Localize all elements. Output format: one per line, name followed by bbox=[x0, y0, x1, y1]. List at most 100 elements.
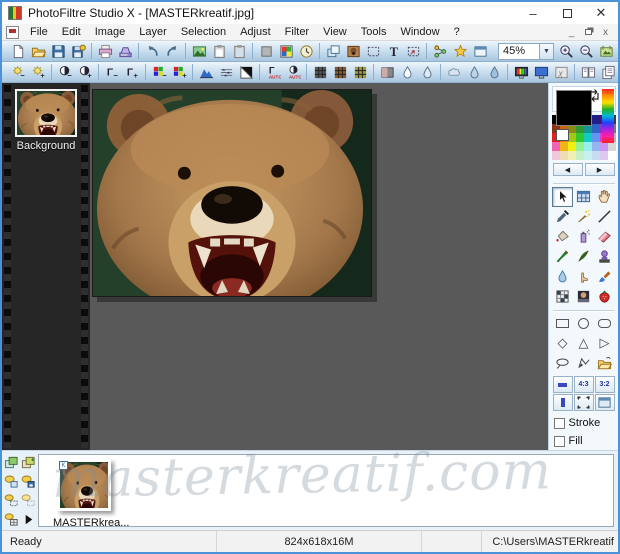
redo-button[interactable] bbox=[162, 42, 182, 61]
plugin-module-button[interactable] bbox=[470, 42, 490, 61]
palette-color-27[interactable] bbox=[575, 142, 584, 152]
rectangle-shape-button[interactable] bbox=[552, 313, 573, 333]
selection-options-button[interactable] bbox=[594, 394, 615, 412]
palette-prev-button[interactable]: ◀ bbox=[552, 163, 583, 177]
side-pages-button[interactable] bbox=[578, 63, 598, 82]
advanced-brush-tool[interactable] bbox=[573, 247, 594, 267]
polygon-shape-button[interactable] bbox=[573, 353, 594, 373]
manager-tool[interactable] bbox=[573, 187, 594, 207]
palette-color-18[interactable] bbox=[567, 133, 576, 143]
document-image[interactable] bbox=[92, 89, 372, 297]
load-selection-shape-button[interactable] bbox=[594, 353, 615, 373]
spray-tool[interactable] bbox=[573, 227, 594, 247]
scan-button[interactable] bbox=[115, 42, 135, 61]
menu-window[interactable]: Window bbox=[393, 25, 446, 39]
palette-color-25[interactable] bbox=[559, 142, 568, 152]
variations-button[interactable]: χ bbox=[551, 63, 571, 82]
mdi-restore-button[interactable] bbox=[580, 25, 597, 39]
new-button[interactable] bbox=[8, 42, 28, 61]
pipette-tool[interactable] bbox=[552, 207, 573, 227]
gamma-minus-button[interactable]: Γ − bbox=[102, 63, 122, 82]
soften-button[interactable] bbox=[464, 63, 484, 82]
stroke-checkbox[interactable] bbox=[553, 417, 565, 429]
paste-button[interactable] bbox=[229, 42, 249, 61]
mdi-minimize-button[interactable]: _ bbox=[563, 25, 580, 39]
menu-adjust[interactable]: Adjust bbox=[233, 25, 278, 39]
layer-duplicate-button[interactable] bbox=[21, 453, 37, 471]
palette-color-19[interactable] bbox=[575, 133, 584, 143]
sharpen-button[interactable] bbox=[397, 63, 417, 82]
close-button[interactable]: ✕ bbox=[584, 2, 618, 24]
undo-button[interactable] bbox=[142, 42, 162, 61]
nozzle-tool[interactable] bbox=[573, 287, 594, 307]
eraser-tool[interactable] bbox=[594, 227, 615, 247]
layer-new-button[interactable] bbox=[4, 453, 20, 471]
maximize-button[interactable] bbox=[550, 2, 584, 24]
ratio-3-2-button[interactable]: 3:2 bbox=[594, 376, 615, 394]
palette-color-38[interactable] bbox=[599, 151, 608, 161]
save-selection-button[interactable] bbox=[21, 472, 37, 490]
magic-wand-tool[interactable] bbox=[573, 207, 594, 227]
fill-checkbox[interactable] bbox=[553, 435, 565, 447]
thumbnail-strip[interactable]: K MASTERkrea... bbox=[38, 454, 614, 527]
open-image-thumbnail[interactable]: K MASTERkrea... bbox=[53, 459, 129, 526]
red-eye-tool[interactable] bbox=[594, 287, 615, 307]
print-button[interactable] bbox=[95, 42, 115, 61]
palette-color-32[interactable] bbox=[551, 151, 560, 161]
zoom-level-input[interactable]: 45% bbox=[498, 42, 540, 60]
menu-layer[interactable]: Layer bbox=[132, 25, 174, 39]
zoom-dropdown-button[interactable]: ▼ bbox=[540, 42, 554, 60]
zoom-out-button[interactable] bbox=[576, 42, 596, 61]
palette-color-20[interactable] bbox=[583, 133, 592, 143]
minimize-button[interactable]: – bbox=[516, 2, 550, 24]
copy-button[interactable] bbox=[209, 42, 229, 61]
save-button[interactable] bbox=[48, 42, 68, 61]
saturation-plus-button[interactable]: + bbox=[169, 63, 189, 82]
palette-color-37[interactable] bbox=[591, 151, 600, 161]
blur-tool-tool[interactable] bbox=[552, 267, 573, 287]
line-tool[interactable] bbox=[594, 207, 615, 227]
palette-color-35[interactable] bbox=[575, 151, 584, 161]
swap-colors-icon[interactable] bbox=[587, 88, 601, 102]
zoom-in-button[interactable] bbox=[556, 42, 576, 61]
palette-color-28[interactable] bbox=[583, 142, 592, 152]
mosaic-medium-button[interactable] bbox=[330, 63, 350, 82]
more-arrow-button[interactable] bbox=[21, 510, 37, 528]
paste-as-image-button[interactable] bbox=[189, 42, 209, 61]
palette-color-39[interactable] bbox=[607, 151, 616, 161]
color-palette-button[interactable] bbox=[276, 42, 296, 61]
canvas-workspace[interactable] bbox=[90, 83, 548, 450]
text-button[interactable]: T bbox=[383, 42, 403, 61]
duplicate-layer-button[interactable] bbox=[323, 42, 343, 61]
lasso-shape-button[interactable] bbox=[552, 353, 573, 373]
palette-color-21[interactable] bbox=[591, 133, 600, 143]
mosaic-large-button[interactable] bbox=[350, 63, 370, 82]
paste-selection-button[interactable] bbox=[4, 491, 20, 509]
palette-color-33[interactable] bbox=[559, 151, 568, 161]
open-button[interactable] bbox=[28, 42, 48, 61]
menu-selection[interactable]: Selection bbox=[174, 25, 233, 39]
rgb-balance-button[interactable] bbox=[511, 63, 531, 82]
menu-tools[interactable]: Tools bbox=[354, 25, 394, 39]
ellipse-shape-button[interactable] bbox=[573, 313, 594, 333]
triangle-shape-button[interactable]: △ bbox=[573, 333, 594, 353]
selection-arrow-tool[interactable] bbox=[552, 186, 573, 207]
contrast-plus-button[interactable]: + bbox=[75, 63, 95, 82]
palette-next-button[interactable]: ▶ bbox=[584, 163, 615, 177]
palette-color-13[interactable] bbox=[591, 124, 600, 134]
image-layer-button[interactable] bbox=[343, 42, 363, 61]
menu-edit[interactable]: Edit bbox=[55, 25, 88, 39]
palette-color-36[interactable] bbox=[583, 151, 592, 161]
paste-into-selection-button[interactable] bbox=[403, 42, 423, 61]
blur-button[interactable] bbox=[444, 63, 464, 82]
gamma-plus-button[interactable]: Γ + bbox=[122, 63, 142, 82]
rainbow-picker[interactable] bbox=[601, 89, 614, 143]
fill-tool[interactable] bbox=[552, 227, 573, 247]
palette-color-29[interactable] bbox=[591, 142, 600, 152]
negative-button[interactable] bbox=[236, 63, 256, 82]
smudge-tool[interactable] bbox=[573, 267, 594, 287]
manual-size-button[interactable] bbox=[552, 376, 573, 394]
photomasque-button[interactable] bbox=[450, 42, 470, 61]
palette-color-31[interactable] bbox=[607, 142, 616, 152]
select-ellipse-button[interactable] bbox=[4, 472, 20, 490]
